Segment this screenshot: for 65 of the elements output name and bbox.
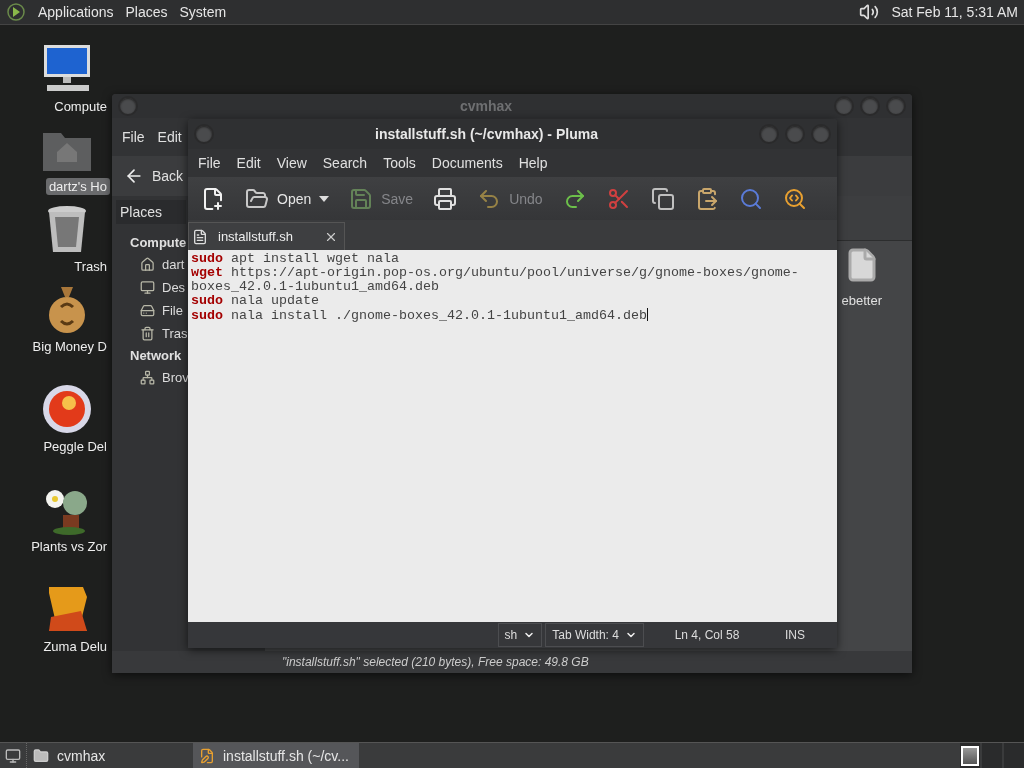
- home-icon[interactable]: [140, 257, 155, 272]
- scissors-icon: [606, 186, 631, 211]
- folder-icon: [245, 186, 269, 211]
- desktop-icon-label[interactable]: Peggle Del: [40, 438, 110, 455]
- window-title: cvmhax: [458, 98, 514, 114]
- monitor-icon: [5, 747, 21, 764]
- printer-icon: [433, 186, 458, 211]
- desktop-icon-label[interactable]: Zuma Delu: [40, 638, 110, 655]
- status-text: "installstuff.sh" selected (210 bytes), Free space: 49.8 GB: [282, 655, 589, 669]
- panel-menu[interactable]: System: [179, 4, 227, 20]
- menu-item[interactable]: Edit: [236, 155, 261, 171]
- folder-icon: [33, 747, 49, 764]
- menu-item[interactable]: Edit: [157, 129, 182, 145]
- menu-item[interactable]: View: [276, 155, 307, 171]
- drive-icon[interactable]: [140, 303, 155, 318]
- cursor-position: Ln 4, Col 58: [673, 628, 741, 642]
- clock[interactable]: Sat Feb 11, 5:31 AM: [891, 4, 1018, 20]
- sidebar-item[interactable]: Brov: [162, 370, 189, 385]
- menu-item[interactable]: Tools: [383, 155, 416, 171]
- desktop-icon-label[interactable]: Plants vs Zor: [28, 538, 110, 555]
- taskbar-button[interactable]: cvmhax: [27, 743, 193, 768]
- monitor-icon[interactable]: [140, 280, 155, 295]
- desktop-icon-label[interactable]: Compute: [51, 98, 110, 115]
- network-icon[interactable]: [140, 370, 155, 385]
- sidebar-heading: Network: [129, 347, 182, 365]
- menu-item[interactable]: Documents: [431, 155, 503, 171]
- trash-icon[interactable]: [140, 326, 155, 341]
- window-title: installstuff.sh (~/cvmhax) - Pluma: [374, 126, 599, 142]
- logo-icon[interactable]: [6, 2, 26, 22]
- language-dropdown[interactable]: sh: [497, 623, 543, 647]
- code-line: sudo nala update: [191, 294, 320, 308]
- new-file-icon: [201, 186, 225, 211]
- sidebar-item[interactable]: File: [162, 303, 183, 318]
- search-icon: [738, 186, 763, 211]
- panel-menu[interactable]: Places: [125, 4, 168, 20]
- desktop-icon-label[interactable]: Trash: [71, 258, 110, 275]
- menu-item[interactable]: Search: [322, 155, 368, 171]
- file-name[interactable]: ebetter: [841, 293, 882, 308]
- insert-mode: INS: [784, 628, 806, 642]
- desktop-icon-label[interactable]: Big Money D: [29, 338, 110, 355]
- menu-item[interactable]: File: [198, 155, 221, 171]
- tab-width-dropdown[interactable]: Tab Width: 4: [545, 623, 644, 647]
- code-line: sudo nala install ./gnome-boxes_42.0.1-1ubuntu1_amd64.deb: [191, 308, 649, 323]
- sidebar-item[interactable]: Des: [162, 280, 186, 295]
- places-dropdown[interactable]: Places: [116, 200, 186, 224]
- notepad-icon: [199, 747, 215, 764]
- back-button[interactable]: Back: [120, 162, 188, 190]
- menu-item[interactable]: File: [122, 129, 145, 145]
- copy-icon: [650, 186, 675, 211]
- workspace-switcher[interactable]: [958, 743, 1024, 768]
- code-line: sudo apt install wget nala: [191, 252, 400, 266]
- toolbar-button[interactable]: Open: [242, 183, 333, 214]
- document-tab[interactable]: installstuff.sh: [188, 222, 345, 250]
- speaker-icon[interactable]: [859, 2, 880, 22]
- panel-menu[interactable]: Applications: [38, 4, 114, 20]
- save-icon: [349, 186, 374, 211]
- find-replace-icon: [782, 186, 807, 211]
- document-icon: [192, 228, 208, 245]
- sidebar-item[interactable]: Tras: [162, 326, 188, 341]
- desktop-icon-label[interactable]: dartz's Ho: [45, 178, 110, 195]
- taskbar-button[interactable]: installstuff.sh (~/cv...: [193, 743, 359, 768]
- sidebar-item[interactable]: dart: [162, 257, 185, 272]
- text-cursor: [646, 308, 648, 321]
- menu-item[interactable]: Help: [518, 155, 548, 171]
- sidebar-heading: Compute: [129, 234, 187, 252]
